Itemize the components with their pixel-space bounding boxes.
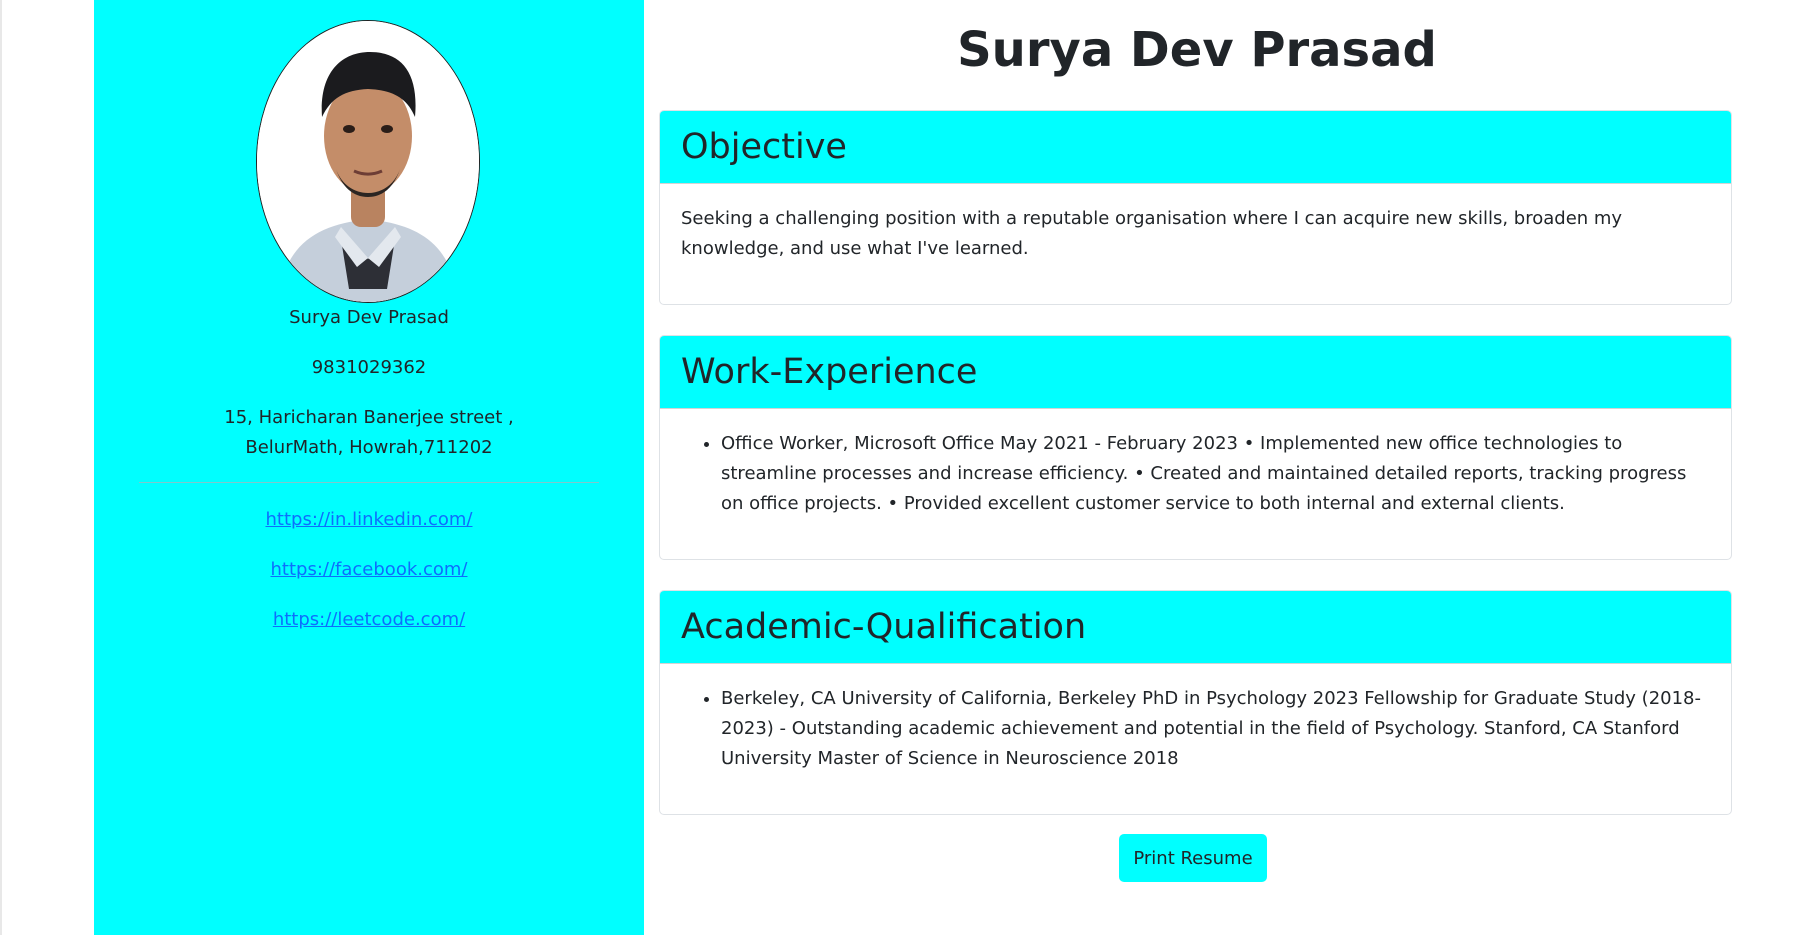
sidebar-address: 15, Haricharan Banerjee street , BelurMa… [224,407,514,458]
sidebar-divider [139,482,599,483]
academic-qualification-card: Academic-Qualification Berkeley, CA Univ… [659,590,1732,815]
work-experience-heading: Work-Experience [660,336,1731,409]
print-resume-button[interactable]: Print Resume [1119,834,1267,882]
resume-page: Surya Dev Prasad 9831029362 15, Harichar… [0,0,1815,935]
work-experience-list: Office Worker, Microsoft Office May 2021… [681,429,1710,519]
leetcode-link[interactable]: https://leetcode.com/ [273,609,465,630]
sidebar-name: Surya Dev Prasad [289,307,449,328]
objective-card: Objective Seeking a challenging position… [659,110,1732,305]
linkedin-link-row: https://in.linkedin.com/ [94,505,644,535]
page-title: Surya Dev Prasad [957,22,1437,78]
work-experience-card: Work-Experience Office Worker, Microsoft… [659,335,1732,560]
objective-body: Seeking a challenging position with a re… [660,184,1731,264]
linkedin-link[interactable]: https://in.linkedin.com/ [266,509,473,530]
page-edge-divider [0,0,2,935]
profile-photo [256,20,480,303]
work-experience-body: Office Worker, Microsoft Office May 2021… [660,409,1731,519]
academic-qualification-body: Berkeley, CA University of California, B… [660,664,1731,774]
list-item: Berkeley, CA University of California, B… [721,684,1710,774]
academic-qualification-heading: Academic-Qualification [660,591,1731,664]
leetcode-link-row: https://leetcode.com/ [94,605,644,635]
facebook-link[interactable]: https://facebook.com/ [271,559,468,580]
person-portrait-icon [257,21,479,302]
facebook-link-row: https://facebook.com/ [94,555,644,585]
sidebar-phone: 9831029362 [311,357,427,378]
sidebar: Surya Dev Prasad 9831029362 15, Harichar… [94,0,644,935]
list-item: Office Worker, Microsoft Office May 2021… [721,429,1710,519]
objective-heading: Objective [660,111,1731,184]
academic-qualification-list: Berkeley, CA University of California, B… [681,684,1710,774]
objective-text: Seeking a challenging position with a re… [681,208,1623,259]
